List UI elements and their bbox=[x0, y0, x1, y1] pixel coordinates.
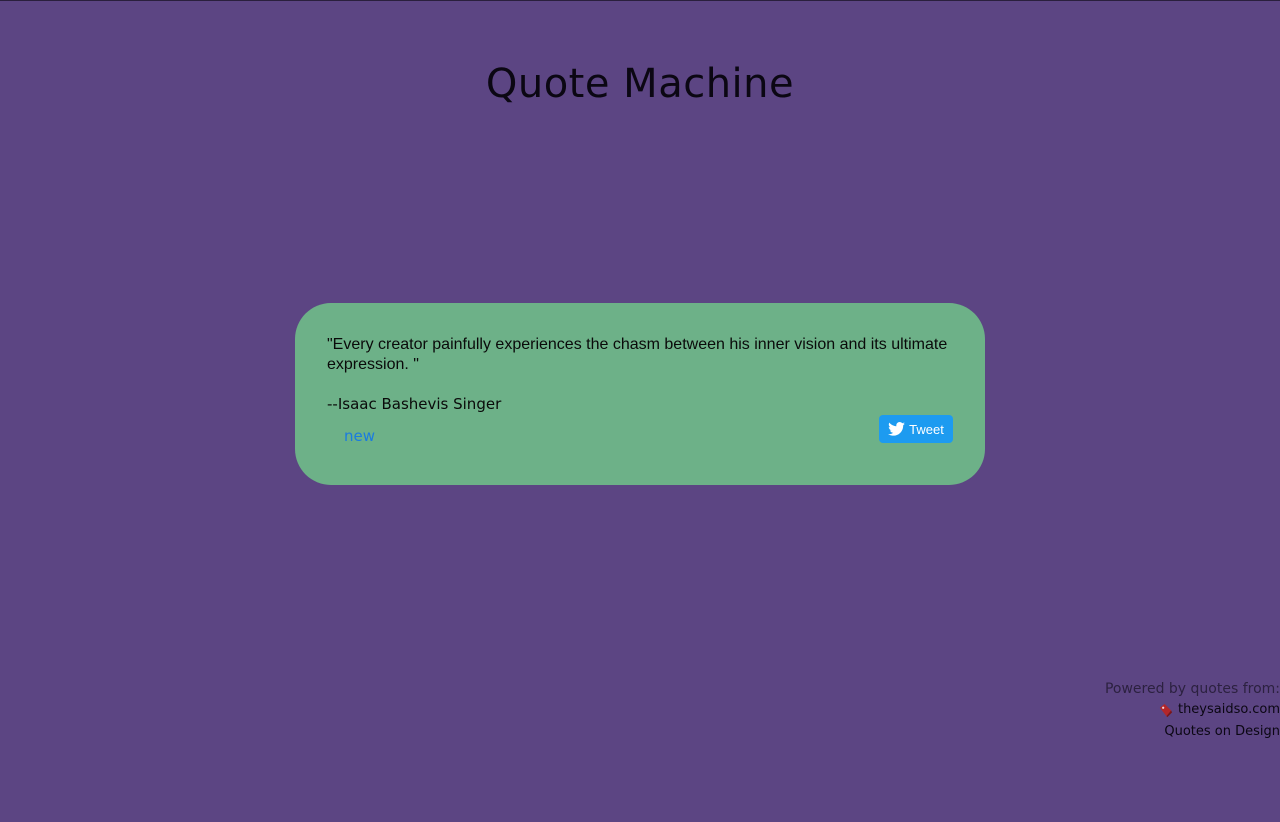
quote-card: "Every creator painfully experiences the… bbox=[295, 303, 985, 485]
tweet-button[interactable]: Tweet bbox=[879, 415, 953, 443]
source-theysaidso[interactable]: theysaidso.com bbox=[1105, 699, 1280, 721]
quote-author: --Isaac Bashevis Singer bbox=[327, 395, 502, 413]
source-quotes-on-design[interactable]: Quotes on Design bbox=[1105, 721, 1280, 743]
twitter-bird-icon bbox=[888, 422, 906, 436]
source-theysaidso-label[interactable]: theysaidso.com bbox=[1178, 699, 1280, 721]
quote-text: "Every creator painfully experiences the… bbox=[327, 336, 948, 373]
tweet-label: Tweet bbox=[909, 421, 944, 437]
powered-by-label: Powered by quotes from: bbox=[1104, 681, 1280, 697]
footer: Powered by quotes from: theysaidso.com Q… bbox=[1105, 679, 1280, 743]
page-title: Quote Machine bbox=[485, 61, 795, 107]
tag-icon bbox=[1158, 703, 1173, 718]
new-quote-button[interactable]: new bbox=[344, 427, 375, 445]
